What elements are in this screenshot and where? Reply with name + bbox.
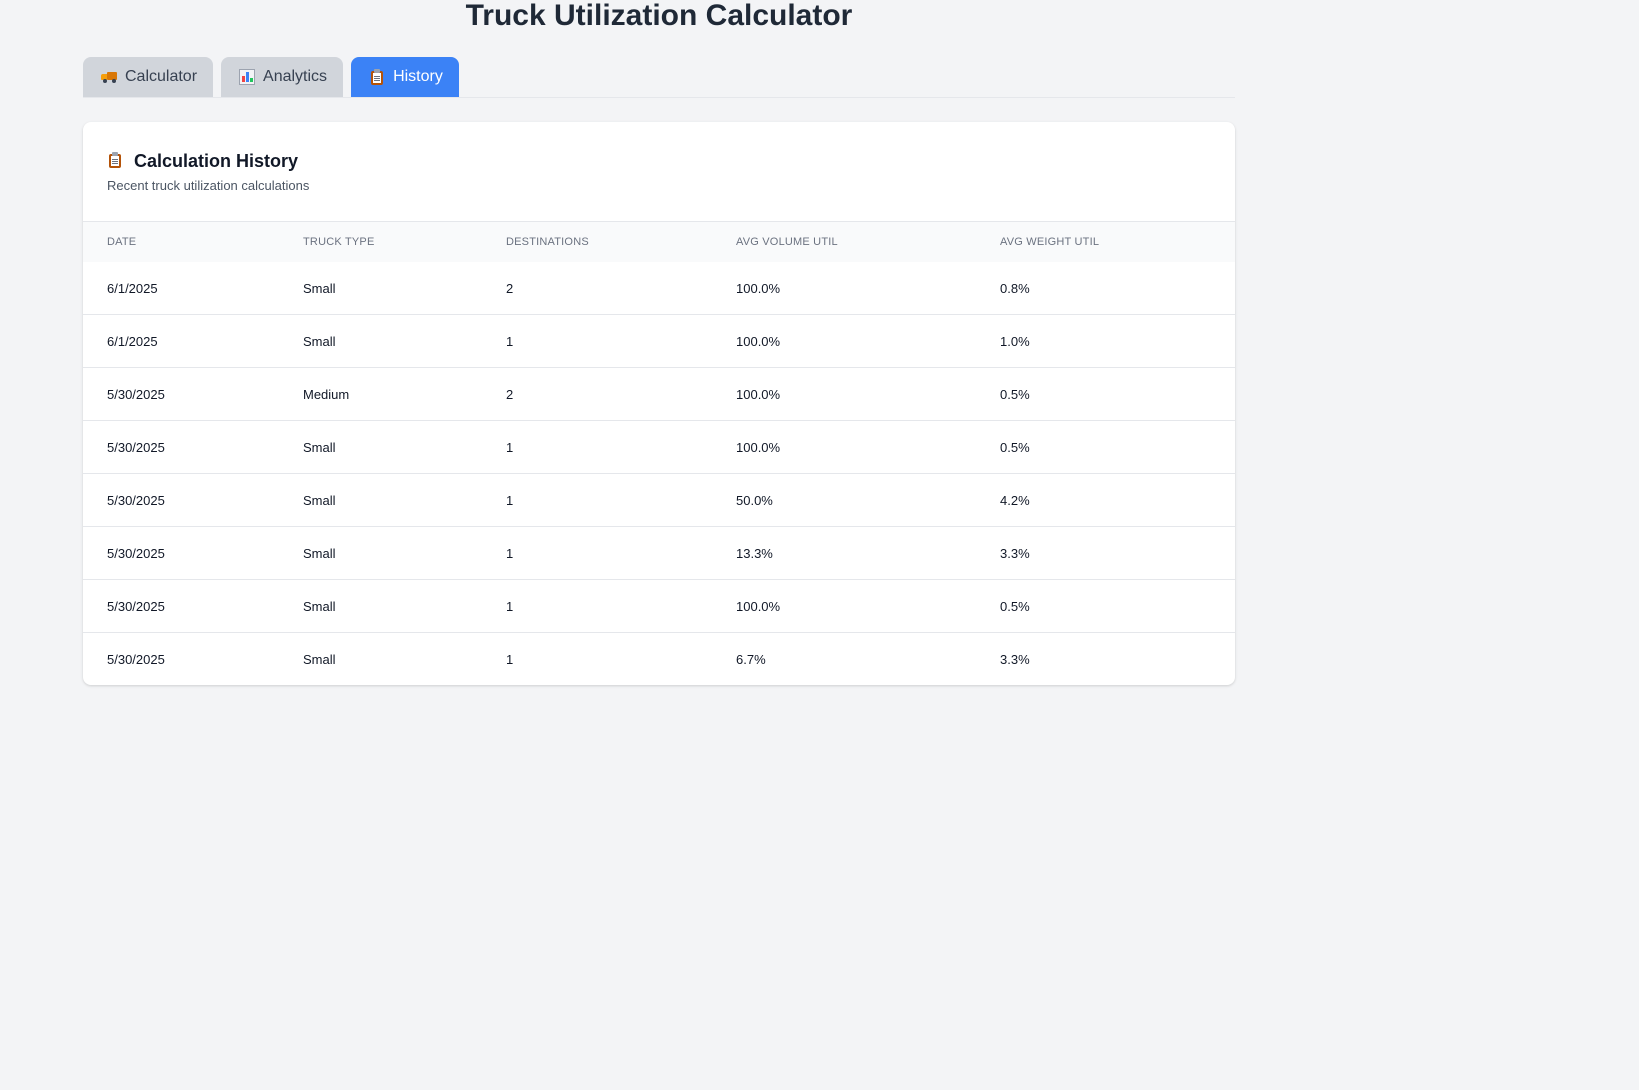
history-title: Calculation History (107, 149, 1211, 173)
page-title: Truck Utilization Calculator (465, 0, 853, 32)
page: Truck Utilization Calculator Calculator … (0, 0, 1639, 1090)
history-card-header: Calculation History Recent truck utiliza… (83, 122, 1235, 222)
column-header-truck-type: Truck Type (303, 236, 375, 248)
table-row: 5/30/2025 Small 1 50.0% 4.2% (83, 473, 1235, 527)
cell-destinations: 1 (482, 632, 712, 685)
tab-calculator[interactable]: Calculator (83, 57, 214, 97)
cell-avg-volume-util: 50.0% (712, 473, 976, 527)
cell-date: 5/30/2025 (83, 632, 279, 685)
cell-avg-volume-util: 6.7% (712, 632, 976, 685)
table-row: 5/30/2025 Small 1 6.7% 3.3% (83, 632, 1235, 685)
column-header-date: Date (107, 236, 137, 248)
cell-avg-weight-util: 3.3% (976, 632, 1235, 685)
tab-history-label: History (393, 68, 443, 85)
history-table: Date Truck Type Destinations Avg Volume … (83, 222, 1235, 685)
cell-avg-weight-util: 1.0% (976, 314, 1235, 368)
cell-avg-weight-util: 4.2% (976, 473, 1235, 527)
cell-date: 5/30/2025 (83, 420, 279, 474)
cell-avg-weight-util: 3.3% (976, 526, 1235, 580)
cell-truck-type: Small (279, 314, 482, 368)
column-header-destinations: Destinations (506, 236, 589, 248)
cell-truck-type: Small (279, 579, 482, 633)
table-row: 6/1/2025 Small 1 100.0% 1.0% (83, 314, 1235, 368)
cell-avg-volume-util: 100.0% (712, 367, 976, 421)
cell-avg-volume-util: 100.0% (736, 280, 781, 296)
history-title-text: Calculation History (134, 151, 299, 171)
cell-avg-weight-util: 0.8% (1000, 280, 1030, 296)
clipboard-icon (369, 69, 385, 85)
column-header-avg-volume-util: Avg Volume Util (736, 236, 838, 248)
cell-destinations: 1 (482, 473, 712, 527)
cell-date: 6/1/2025 (107, 280, 158, 296)
cell-avg-volume-util: 100.0% (712, 420, 976, 474)
tab-bar: Calculator Analytics History (83, 57, 1235, 98)
cell-date: 5/30/2025 (83, 473, 279, 527)
cell-truck-type: Small (279, 526, 482, 580)
tab-analytics[interactable]: Analytics (221, 57, 344, 97)
cell-date: 5/30/2025 (83, 579, 279, 633)
cell-destinations: 1 (482, 314, 712, 368)
tab-analytics-label: Analytics (263, 68, 328, 85)
truck-icon (101, 69, 117, 85)
cell-truck-type: Small (279, 420, 482, 474)
cell-date: 6/1/2025 (83, 314, 279, 368)
cell-date: 5/30/2025 (83, 367, 279, 421)
cell-truck-type: Small (279, 473, 482, 527)
cell-destinations: 2 (482, 367, 712, 421)
cell-avg-volume-util: 100.0% (712, 314, 976, 368)
table-header-row: Date Truck Type Destinations Avg Volume … (83, 222, 1235, 262)
cell-destinations: 1 (482, 579, 712, 633)
table-row: 6/1/2025 Small 2 100.0% 0.8% (83, 262, 1235, 315)
history-card: Calculation History Recent truck utiliza… (83, 122, 1235, 685)
cell-avg-weight-util: 0.5% (976, 420, 1235, 474)
cell-avg-volume-util: 13.3% (712, 526, 976, 580)
table-row: 5/30/2025 Medium 2 100.0% 0.5% (83, 367, 1235, 421)
table-row: 5/30/2025 Small 1 100.0% 0.5% (83, 420, 1235, 474)
column-header-avg-weight-util: Avg Weight Util (1000, 236, 1100, 248)
cell-destinations: 2 (506, 280, 514, 296)
history-subtitle: Recent truck utilization calculations (107, 178, 310, 193)
table-row: 5/30/2025 Small 1 100.0% 0.5% (83, 579, 1235, 633)
bar-chart-icon (239, 69, 256, 85)
table-row: 5/30/2025 Small 1 13.3% 3.3% (83, 526, 1235, 580)
clipboard-icon (107, 152, 125, 170)
cell-avg-weight-util: 0.5% (976, 367, 1235, 421)
cell-destinations: 1 (482, 420, 712, 474)
cell-truck-type: Small (279, 632, 482, 685)
tab-history[interactable]: History (351, 57, 459, 97)
cell-avg-volume-util: 100.0% (712, 579, 976, 633)
cell-date: 5/30/2025 (83, 526, 279, 580)
cell-truck-type: Medium (279, 367, 482, 421)
tab-calculator-label: Calculator (125, 68, 198, 85)
cell-destinations: 1 (482, 526, 712, 580)
cell-avg-weight-util: 0.5% (976, 579, 1235, 633)
cell-truck-type: Small (303, 280, 336, 296)
